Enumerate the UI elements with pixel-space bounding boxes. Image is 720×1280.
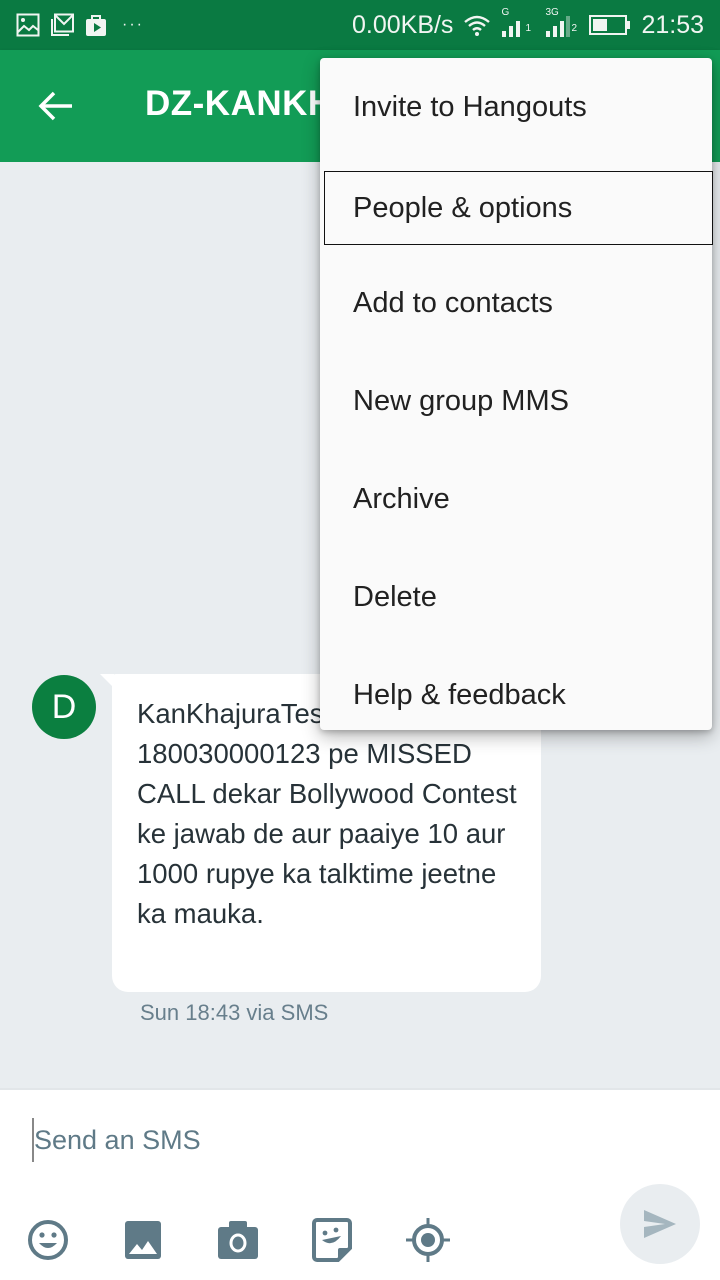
menu-item-delete[interactable]: Delete: [320, 560, 712, 634]
menu-item-archive[interactable]: Archive: [320, 462, 712, 536]
menu-item-label: Help & feedback: [353, 678, 566, 711]
menu-item-help-and-feedback[interactable]: Help & feedback: [320, 658, 712, 732]
menu-item-add-to-contacts[interactable]: Add to contacts: [320, 266, 712, 340]
menu-item-invite-to-hangouts[interactable]: Invite to Hangouts: [320, 70, 712, 144]
menu-item-label: Add to contacts: [353, 286, 553, 319]
menu-item-new-group-mms[interactable]: New group MMS: [320, 364, 712, 438]
menu-item-label: People & options: [353, 191, 573, 224]
menu-item-label: Invite to Hangouts: [353, 90, 587, 123]
overflow-menu: Invite to Hangouts People & options Add …: [320, 58, 713, 732]
menu-item-label: Archive: [353, 482, 450, 515]
menu-scrim[interactable]: Invite to Hangouts People & options Add …: [0, 0, 720, 1280]
menu-item-label: Delete: [353, 580, 437, 613]
menu-item-label: New group MMS: [353, 384, 569, 417]
menu-item-people-and-options[interactable]: People & options: [324, 171, 713, 245]
